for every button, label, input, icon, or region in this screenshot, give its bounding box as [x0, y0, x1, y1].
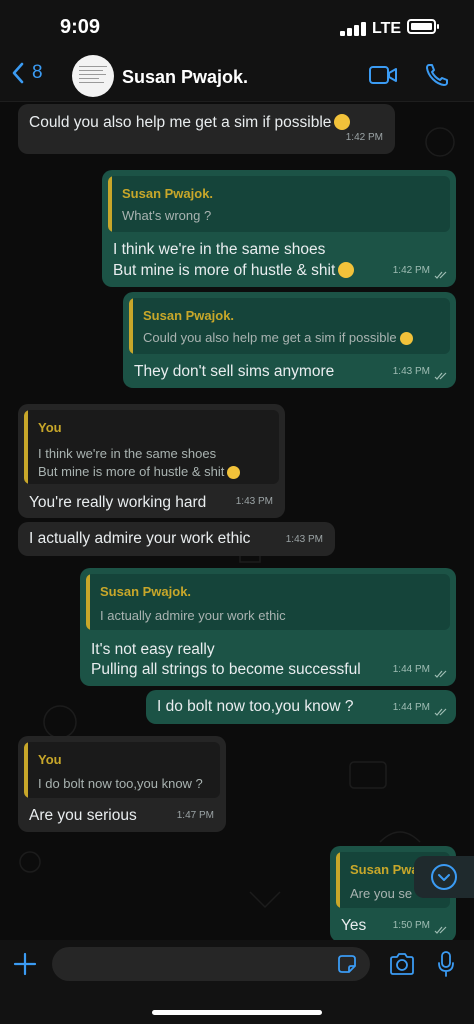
camera-icon [390, 953, 414, 975]
video-camera-icon [369, 66, 397, 84]
reply-quote[interactable]: Susan Pwajok. What's wrong ? [108, 176, 450, 232]
scroll-to-bottom-button[interactable] [414, 856, 474, 898]
message-bubble-incoming[interactable]: Could you also help me get a sim if poss… [18, 104, 395, 154]
back-button[interactable]: 8 [12, 62, 43, 84]
quote-sender: You [38, 420, 62, 435]
message-text: I do bolt now too,you know ? [157, 698, 354, 715]
message-bubble-incoming[interactable]: I actually admire your work ethic 1:43 P… [18, 522, 335, 556]
microphone-button[interactable] [437, 950, 455, 983]
sticker-button[interactable] [336, 953, 358, 980]
message-bubble-incoming[interactable]: You I do bolt now too,you know ? Are you… [18, 736, 226, 832]
message-time: 1:43 PM [285, 534, 323, 545]
quote-text: What's wrong ? [122, 208, 212, 223]
quote-text: Could you also help me get a sim if poss… [143, 328, 413, 348]
message-line: I think we're in the same shoes [113, 241, 326, 258]
signal-icon [340, 22, 368, 36]
read-receipt-icon [434, 372, 447, 380]
status-time: 9:09 [60, 16, 101, 38]
read-receipt-icon [434, 271, 447, 279]
chat-header: 8 Susan Pwajok. [0, 50, 474, 102]
crying-emoji-icon [399, 332, 413, 345]
quote-text: Are you se [350, 886, 413, 901]
quote-sender: Susan Pwajok. [143, 308, 235, 323]
reply-quote[interactable]: Susan Pwajok. Could you also help me get… [129, 298, 450, 354]
chevron-down-icon [431, 864, 457, 890]
reply-quote[interactable]: Susan Pwajok. I actually admire your wor… [86, 574, 450, 630]
attach-button[interactable] [13, 952, 37, 981]
network-type: LTE [372, 20, 402, 37]
quote-sender: Susan Pwajok. [100, 584, 192, 599]
message-text: They don't sell sims anymore [134, 363, 335, 380]
message-time: 1:43 PM [235, 496, 273, 507]
message-text: Yes [341, 917, 367, 934]
reply-quote[interactable]: You I think we're in the same shoes But … [24, 410, 279, 484]
read-receipt-icon [434, 670, 447, 678]
message-time: 1:44 PM [392, 702, 430, 713]
microphone-icon [438, 951, 454, 977]
message-text: You're really working hard [29, 494, 207, 511]
message-time: 1:42 PM [345, 132, 383, 143]
quote-text: I actually admire your work ethic [100, 608, 286, 623]
message-line: Pulling all strings to become successful [91, 661, 361, 678]
message-bubble-outgoing[interactable]: Susan Pwajok. Could you also help me get… [123, 292, 456, 388]
message-time: 1:42 PM [392, 265, 430, 276]
status-bar: 9:09 LTE [0, 0, 474, 50]
quote-text: I do bolt now too,you know ? [38, 776, 203, 791]
camera-button[interactable] [388, 953, 416, 980]
read-receipt-icon [434, 926, 447, 934]
message-time: 1:47 PM [176, 810, 214, 821]
unread-count: 8 [32, 62, 43, 83]
message-list[interactable]: Could you also help me get a sim if poss… [0, 102, 474, 940]
quote-sender: You [38, 752, 62, 767]
contact-name[interactable]: Susan Pwajok. [122, 67, 248, 88]
message-text: I actually admire your work ethic [29, 530, 251, 547]
video-call-button[interactable] [368, 64, 398, 91]
message-time: 1:43 PM [392, 366, 430, 377]
message-time: 1:50 PM [392, 920, 430, 931]
hugging-emoji-icon [338, 262, 355, 278]
battery-icon [407, 19, 439, 34]
read-receipt-icon [434, 708, 447, 716]
voice-call-button[interactable] [424, 62, 450, 93]
quote-sender: Susan Pwa [350, 862, 419, 877]
hugging-emoji-icon [227, 466, 241, 479]
message-text: Are you serious [29, 807, 137, 824]
avatar[interactable] [72, 55, 114, 97]
quote-text: I think we're in the same shoes [38, 446, 217, 461]
chevron-left-icon [12, 62, 24, 84]
message-text: Could you also help me get a sim if poss… [29, 113, 351, 133]
reply-quote[interactable]: You I do bolt now too,you know ? [24, 742, 220, 798]
message-bubble-outgoing[interactable]: Susan Pwajok. I actually admire your wor… [80, 568, 456, 686]
message-line: It's not easy really [91, 641, 215, 658]
sticker-icon [338, 955, 356, 973]
plus-icon [13, 952, 37, 976]
quote-sender: Susan Pwajok. [122, 186, 214, 201]
message-bubble-outgoing[interactable]: I do bolt now too,you know ? 1:44 PM [146, 690, 456, 724]
message-input-bar [0, 940, 474, 1024]
phone-icon [426, 64, 448, 86]
home-indicator [152, 1010, 322, 1015]
quote-text: But mine is more of hustle & shit [38, 462, 241, 482]
message-input[interactable] [52, 947, 370, 981]
message-bubble-outgoing[interactable]: Susan Pwajok. What's wrong ? I think we'… [102, 170, 456, 287]
message-bubble-incoming[interactable]: You I think we're in the same shoes But … [18, 404, 285, 518]
message-line: But mine is more of hustle & shit [113, 261, 355, 281]
message-time: 1:44 PM [392, 664, 430, 675]
